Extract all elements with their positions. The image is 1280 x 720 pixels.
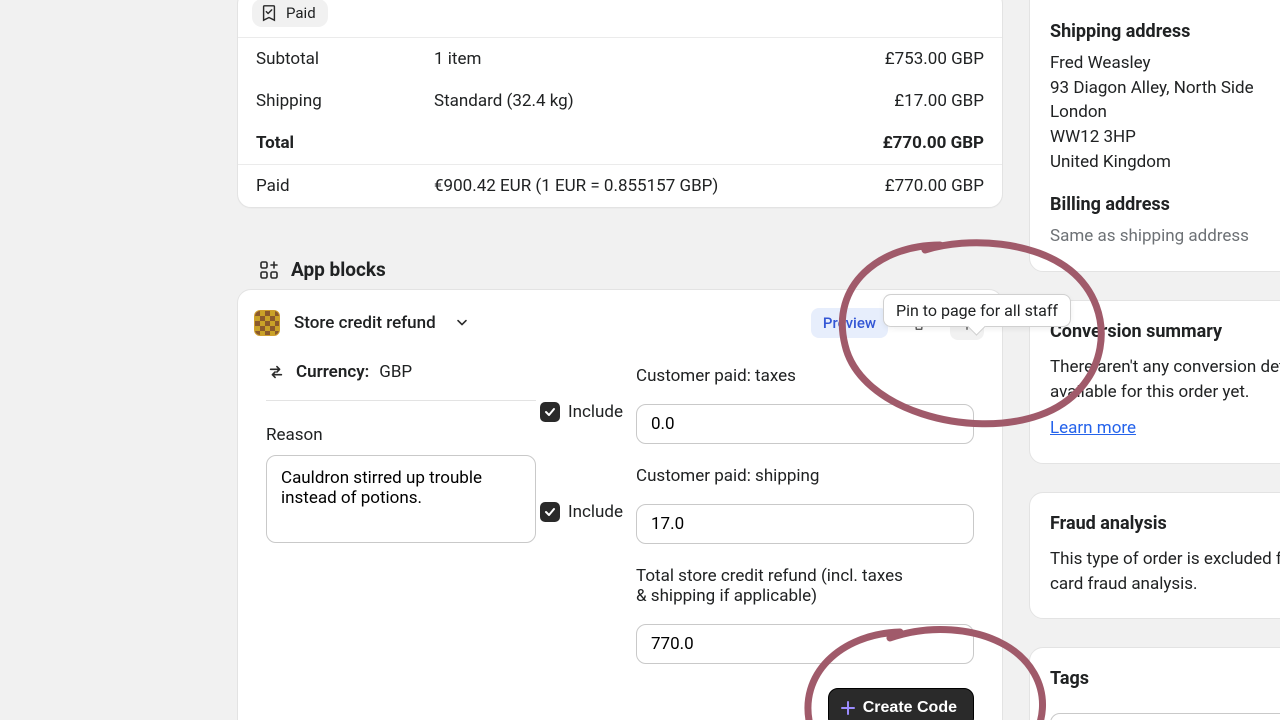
- total-amount: £770.00 GBP: [883, 133, 984, 153]
- fraud-heading: Fraud analysis: [1050, 511, 1280, 537]
- customer-line1: 93 Diagon Alley, North Side: [1050, 76, 1280, 101]
- subtotal-detail: 1 item: [434, 49, 885, 69]
- total-refund-label: Total store credit refund (incl. taxes &…: [636, 566, 916, 606]
- create-code-button[interactable]: Create Code: [828, 688, 974, 720]
- subtotal-amount: £753.00 GBP: [885, 49, 984, 69]
- tags-heading: Tags: [1050, 666, 1280, 692]
- app-icon: [254, 310, 280, 336]
- create-code-label: Create Code: [863, 699, 957, 717]
- totals-table: Subtotal 1 item £753.00 GBP Shipping Sta…: [238, 37, 1002, 207]
- total-label: Total: [256, 133, 434, 153]
- preview-button[interactable]: Preview: [811, 308, 888, 338]
- app-blocks-heading-text: App blocks: [291, 258, 386, 281]
- chevron-down-icon[interactable]: [454, 315, 470, 331]
- billing-same-text: Same as shipping address: [1050, 224, 1280, 249]
- customer-postcode: WW12 3HP: [1050, 125, 1280, 150]
- currency-label: Currency:: [296, 362, 369, 382]
- app-block-card: Store credit refund Preview: [237, 289, 1003, 720]
- conversion-learn-more-link[interactable]: Learn more: [1050, 418, 1136, 438]
- tags-input[interactable]: [1050, 713, 1280, 720]
- shipping-address-heading: Shipping address: [1050, 19, 1280, 45]
- paid-badge-label: Paid: [286, 4, 316, 22]
- taxes-label: Customer paid: taxes: [636, 366, 974, 386]
- shipping-field-label: Customer paid: shipping: [636, 466, 974, 486]
- sidebar: Shipping address Fred Weasley 93 Diagon …: [1029, 0, 1280, 720]
- shipping-label: Shipping: [256, 91, 434, 111]
- fraud-card: Fraud analysis This type of order is exc…: [1029, 492, 1280, 619]
- app-blocks-heading: App blocks: [237, 244, 1003, 289]
- conversion-heading: Conversion summary: [1050, 319, 1280, 345]
- tags-card: Tags: [1029, 647, 1280, 720]
- pin-tooltip-text: Pin to page for all staff: [896, 301, 1058, 320]
- paid-amount: £770.00 GBP: [885, 176, 984, 196]
- paid-badge: Paid: [252, 0, 328, 27]
- paid-detail: €900.42 EUR (1 EUR = 0.855157 GBP): [434, 176, 885, 196]
- reason-label: Reason: [266, 425, 604, 445]
- apps-icon: [259, 260, 279, 280]
- total-refund-input[interactable]: [636, 624, 974, 664]
- app-title[interactable]: Store credit refund: [294, 313, 436, 333]
- reason-textarea[interactable]: [266, 455, 536, 543]
- swap-icon: [266, 363, 286, 381]
- include-taxes-checkbox[interactable]: Include: [540, 402, 623, 422]
- shipping-detail: Standard (32.4 kg): [434, 91, 894, 111]
- billing-address-heading: Billing address: [1050, 192, 1280, 218]
- pin-tooltip: Pin to page for all staff: [883, 294, 1071, 327]
- include-taxes-label: Include: [568, 402, 623, 422]
- shipping-amount: £17.00 GBP: [894, 91, 984, 111]
- customer-country: United Kingdom: [1050, 150, 1280, 175]
- payment-card: Paid Subtotal 1 item £753.00 GBP Shippin…: [237, 0, 1003, 208]
- customer-card: Shipping address Fred Weasley 93 Diagon …: [1029, 0, 1280, 272]
- conversion-body: There aren't any conversion details avai…: [1050, 355, 1280, 404]
- customer-name: Fred Weasley: [1050, 51, 1280, 76]
- taxes-input[interactable]: [636, 404, 974, 444]
- subtotal-label: Subtotal: [256, 49, 434, 69]
- currency-value: GBP: [379, 362, 412, 382]
- customer-city: London: [1050, 100, 1280, 125]
- include-shipping-label: Include: [568, 502, 623, 522]
- fraud-body: This type of order is excluded from card…: [1050, 547, 1280, 596]
- shipping-input[interactable]: [636, 504, 974, 544]
- currency-row: Currency: GBP: [266, 362, 536, 401]
- plus-icon: [841, 701, 855, 715]
- paid-label: Paid: [256, 176, 434, 196]
- include-shipping-checkbox[interactable]: Include: [540, 502, 623, 522]
- bookmark-check-icon: [260, 4, 278, 22]
